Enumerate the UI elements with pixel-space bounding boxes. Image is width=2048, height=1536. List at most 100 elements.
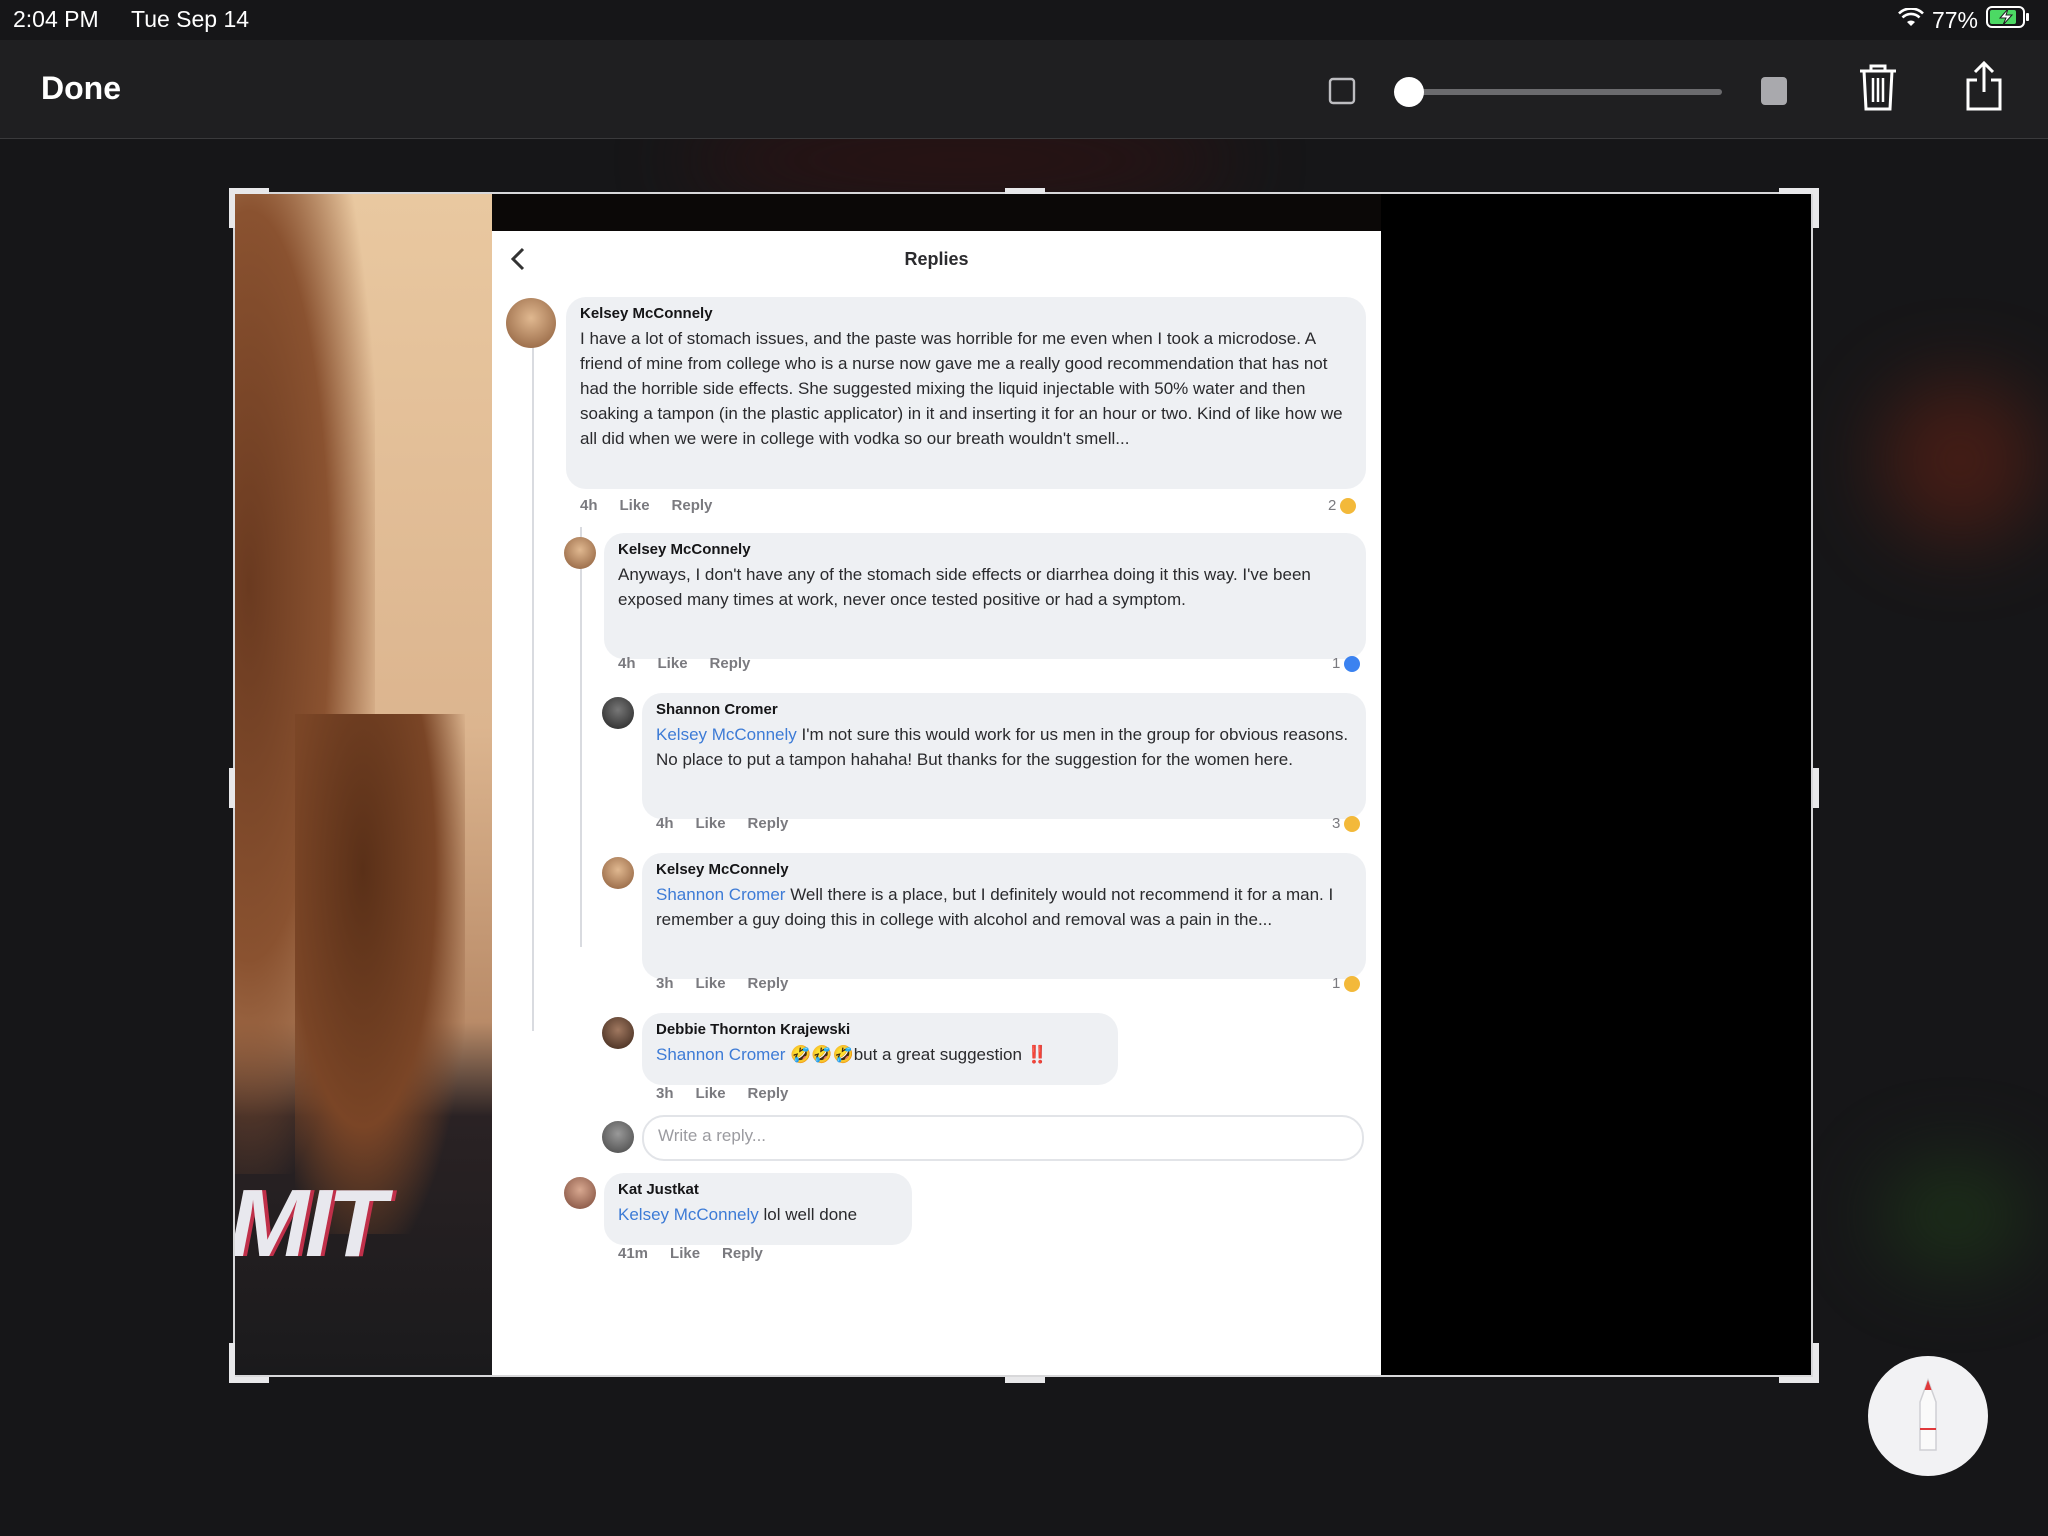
comment-body: 🤣🤣🤣but a great suggestion ‼️ (785, 1045, 1048, 1064)
done-button[interactable]: Done (41, 70, 121, 107)
comment-bubble: Shannon Cromer Kelsey McConnely I'm not … (642, 693, 1366, 819)
reaction-number: 3 (1332, 815, 1341, 832)
avatar[interactable] (602, 857, 634, 889)
comment-author[interactable]: Kelsey McConnely (618, 541, 1352, 558)
replies-title: Replies (904, 249, 969, 269)
reply-link[interactable]: Reply (748, 1085, 789, 1102)
mention-link[interactable]: Shannon Cromer (656, 1045, 785, 1064)
editor-toolbar: Done (0, 40, 2048, 139)
replies-panel: Replies Kelsey McConnely I have a lot of… (492, 231, 1381, 1377)
share-icon[interactable] (1964, 60, 2004, 117)
crop-handle-left[interactable] (229, 768, 235, 808)
reaction-count[interactable]: 1 (1332, 655, 1361, 672)
wifi-icon (1898, 6, 1924, 34)
reply-link[interactable]: Reply (672, 497, 713, 514)
status-time: 2:04 PM (13, 6, 99, 32)
like-link[interactable]: Like (620, 497, 650, 514)
reply-link[interactable]: Reply (710, 655, 751, 672)
avatar[interactable] (564, 537, 596, 569)
crop-handle-bottom-left[interactable] (229, 1377, 269, 1383)
comment-time: 3h (656, 1085, 674, 1102)
comment-text: Kelsey McConnely lol well done (618, 1202, 898, 1227)
pencil-icon (1916, 1377, 1940, 1457)
comment-bubble: Kelsey McConnely Shannon Cromer Well the… (642, 853, 1366, 979)
reply-input[interactable]: Write a reply... (642, 1115, 1364, 1161)
avatar[interactable] (602, 1017, 634, 1049)
status-date: Tue Sep 14 (131, 6, 250, 32)
reply-link[interactable]: Reply (722, 1245, 763, 1262)
comment-text: Shannon Cromer 🤣🤣🤣but a great suggestion… (656, 1042, 1104, 1067)
comment-author[interactable]: Kat Justkat (618, 1181, 898, 1198)
crop-handle-top-left[interactable] (229, 188, 269, 194)
haha-reaction-icon (1344, 815, 1361, 832)
reply-link[interactable]: Reply (748, 815, 789, 832)
crop-handle-bottom-right[interactable] (1813, 1343, 1819, 1383)
avatar[interactable] (602, 697, 634, 729)
crop-handle-top[interactable] (1005, 188, 1045, 194)
like-reaction-icon (1344, 655, 1361, 672)
comment-author[interactable]: Shannon Cromer (656, 701, 1352, 718)
size-slider-thumb[interactable] (1394, 77, 1424, 107)
thread-line (532, 331, 534, 1031)
ambient-glow (680, 130, 1240, 190)
reaction-count[interactable]: 3 (1332, 815, 1361, 832)
mention-link[interactable]: Shannon Cromer (656, 885, 785, 904)
reaction-count[interactable]: 2 (1328, 497, 1357, 514)
square-filled-icon[interactable] (1760, 76, 1788, 111)
comment-actions: 41m Like Reply (618, 1245, 763, 1262)
comment-time: 4h (580, 497, 598, 514)
comment-author[interactable]: Kelsey McConnely (580, 305, 1352, 322)
comment-author[interactable]: Kelsey McConnely (656, 861, 1352, 878)
hair-shape (295, 714, 465, 1234)
avatar[interactable] (506, 298, 556, 348)
crop-handle-right[interactable] (1813, 768, 1819, 808)
comment-actions: 4h Like Reply (580, 497, 712, 514)
comment-time: 4h (618, 655, 636, 672)
size-slider-track[interactable] (1394, 77, 1722, 107)
comment-author[interactable]: Debbie Thornton Krajewski (656, 1021, 1104, 1038)
crop-handle-bottom-left[interactable] (229, 1343, 235, 1383)
reaction-number: 1 (1332, 975, 1341, 992)
like-link[interactable]: Like (658, 655, 688, 672)
like-link[interactable]: Like (670, 1245, 700, 1262)
battery-percent: 77% (1931, 6, 1978, 33)
battery-charging-icon (1986, 6, 2030, 34)
screenshot-crop-area[interactable]: MIT Replies Kelsey McConnely I have a lo… (235, 194, 1813, 1377)
comment-text: Kelsey McConnely I'm not sure this would… (656, 722, 1352, 772)
like-link[interactable]: Like (696, 815, 726, 832)
comment-actions: 3h Like Reply (656, 975, 788, 992)
comment-bubble: Kelsey McConnely Anyways, I don't have a… (604, 533, 1366, 659)
square-outline-icon[interactable] (1328, 77, 1356, 110)
thread-line (580, 527, 582, 947)
crop-handle-bottom[interactable] (1005, 1377, 1045, 1383)
mention-link[interactable]: Kelsey McConnely (656, 725, 797, 744)
comment-time: 41m (618, 1245, 649, 1262)
reaction-number: 2 (1328, 497, 1337, 514)
avatar (602, 1121, 634, 1153)
reaction-count[interactable]: 1 (1332, 975, 1361, 992)
shirt-logo: MIT (235, 1170, 386, 1277)
video-top-strip (492, 194, 1381, 231)
crop-handle-top-left[interactable] (229, 188, 235, 228)
comment-actions: 3h Like Reply (656, 1085, 788, 1102)
like-link[interactable]: Like (696, 1085, 726, 1102)
comment-actions: 4h Like Reply (618, 655, 750, 672)
trash-icon[interactable] (1856, 62, 1900, 117)
comment-text: I have a lot of stomach issues, and the … (580, 329, 1343, 448)
reaction-number: 1 (1332, 655, 1341, 672)
haha-reaction-icon (1344, 975, 1361, 992)
ambient-glow (1880, 380, 2040, 540)
ambient-glow (1880, 1160, 2030, 1270)
markup-pencil-button[interactable] (1868, 1356, 1988, 1476)
status-right: 77% (1898, 6, 2030, 34)
like-link[interactable]: Like (696, 975, 726, 992)
mention-link[interactable]: Kelsey McConnely (618, 1205, 759, 1224)
avatar[interactable] (564, 1177, 596, 1209)
comment-actions: 4h Like Reply (656, 815, 788, 832)
haha-reaction-icon (1340, 497, 1357, 514)
comment-text: Anyways, I don't have any of the stomach… (618, 565, 1311, 609)
comment-bubble: Kat Justkat Kelsey McConnely lol well do… (604, 1173, 912, 1245)
comment-time: 3h (656, 975, 674, 992)
crop-handle-top-right[interactable] (1813, 188, 1819, 228)
reply-link[interactable]: Reply (748, 975, 789, 992)
